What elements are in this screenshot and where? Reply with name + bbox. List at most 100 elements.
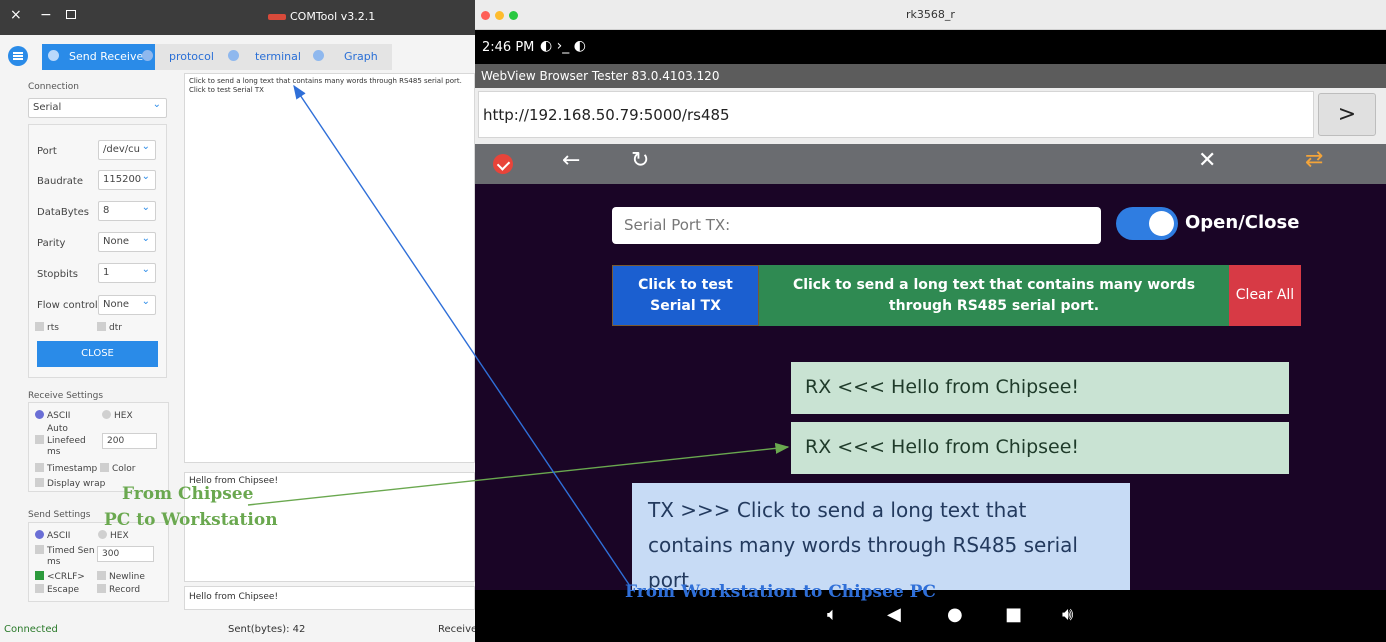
timed-send-ms-label: ms bbox=[47, 557, 61, 567]
tab-protocol[interactable]: protocol bbox=[142, 44, 214, 70]
rx-message: RX <<< Hello from Chipsee! bbox=[791, 362, 1289, 414]
send-input[interactable]: Hello from Chipsee! bbox=[184, 586, 475, 610]
maximize-window-icon[interactable] bbox=[66, 10, 76, 19]
comtool-window: × − COMTool v3.2.1 Send Receive protocol… bbox=[0, 0, 475, 642]
go-button[interactable]: > bbox=[1318, 93, 1376, 136]
received-bytes: Receive bbox=[438, 624, 475, 635]
volume-up-icon[interactable]: 🔊︎ bbox=[1062, 604, 1073, 625]
close-window-icon[interactable]: × bbox=[10, 7, 22, 23]
dtr-label: dtr bbox=[109, 323, 122, 333]
linefeed-ms-label: ms bbox=[47, 447, 61, 457]
button-label: Clear All bbox=[1235, 287, 1295, 303]
radio-label: HEX bbox=[114, 411, 133, 421]
tab-close-icon[interactable] bbox=[313, 50, 324, 61]
record-checkbox[interactable]: Record bbox=[97, 584, 140, 595]
connection-label: Connection bbox=[28, 82, 79, 92]
clear-all-button[interactable]: Clear All bbox=[1229, 265, 1301, 326]
annotation-from-chipsee-line1: From Chipsee bbox=[122, 484, 254, 504]
open-close-toggle[interactable] bbox=[1116, 207, 1178, 240]
auto-linefeed-checkbox[interactable]: Linefeed bbox=[35, 435, 86, 446]
timed-send-label: Timed Sen bbox=[47, 546, 95, 556]
databytes-select[interactable]: 8 bbox=[98, 199, 156, 221]
connection-status: Connected bbox=[4, 624, 58, 635]
receive-text-area[interactable]: Click to send a long text that contains … bbox=[184, 73, 475, 463]
receive-settings-label: Receive Settings bbox=[28, 391, 104, 401]
flow-control-select[interactable]: None bbox=[98, 293, 156, 315]
home-circle-icon[interactable]: ● bbox=[947, 604, 963, 625]
stopbits-label: Stopbits bbox=[37, 269, 78, 280]
receive-hex-radio[interactable]: HEX bbox=[102, 410, 133, 421]
dtr-checkbox[interactable]: dtr bbox=[97, 322, 122, 333]
send-long-text-button[interactable]: Click to send a long text that contains … bbox=[759, 265, 1229, 326]
button-label: Click to test Serial TX bbox=[638, 276, 733, 314]
send-input-text: Hello from Chipsee! bbox=[189, 592, 279, 602]
rs485-page: Serial Port TX: Open/Close Click to test… bbox=[475, 184, 1386, 590]
crlf-checkbox[interactable]: <CRLF> bbox=[35, 571, 85, 582]
timestamp-label: Timestamp bbox=[47, 464, 98, 474]
send-hex-radio[interactable]: HEX bbox=[98, 530, 129, 541]
baudrate-select[interactable]: 115200 bbox=[98, 168, 156, 190]
rk-titlebar: rk3568_r bbox=[475, 0, 1386, 30]
tab-label: Graph bbox=[344, 50, 378, 63]
send-settings-label: Send Settings bbox=[28, 510, 91, 520]
minimize-window-icon[interactable]: − bbox=[40, 7, 52, 23]
parity-label: Parity bbox=[37, 238, 66, 249]
tab-close-icon[interactable] bbox=[228, 50, 239, 61]
parity-select[interactable]: None bbox=[98, 230, 156, 252]
desktop: × − COMTool v3.2.1 Send Receive protocol… bbox=[0, 0, 1386, 642]
receive-ascii-radio[interactable]: ASCII bbox=[35, 410, 70, 421]
url-input[interactable]: http://192.168.50.79:5000/rs485 bbox=[478, 91, 1314, 138]
comtool-logo-icon bbox=[268, 14, 286, 20]
close-icon[interactable]: ✕ bbox=[1198, 148, 1216, 173]
volume-down-icon[interactable]: 🔈︎ bbox=[827, 604, 838, 625]
app-logo-icon bbox=[493, 154, 513, 174]
record-label: Record bbox=[109, 585, 141, 595]
port-select[interactable]: /dev/cu bbox=[98, 138, 156, 160]
browser-toolbar: ← ↻ ✕ ⇄ bbox=[475, 144, 1386, 184]
back-triangle-icon[interactable]: ◀ bbox=[887, 604, 901, 625]
menu-icon[interactable] bbox=[8, 46, 28, 66]
rts-checkbox[interactable]: rts bbox=[35, 322, 59, 333]
android-status-bar: 2:46 PM ◐ ›_ ◐ bbox=[475, 30, 1386, 64]
tx-message: TX >>> Click to send a long text that co… bbox=[632, 483, 1130, 590]
linefeed-label: Linefeed bbox=[47, 436, 86, 446]
color-checkbox[interactable]: Color bbox=[100, 463, 136, 474]
timed-send-ms-input[interactable]: 300 bbox=[97, 546, 154, 562]
send-ascii-radio[interactable]: ASCII bbox=[35, 530, 70, 541]
tab-label: protocol bbox=[169, 50, 214, 63]
serial-port-tx-input[interactable]: Serial Port TX: bbox=[612, 207, 1101, 244]
tab-graph[interactable]: Graph bbox=[313, 44, 378, 70]
color-label: Color bbox=[112, 464, 136, 474]
recents-square-icon[interactable]: ■ bbox=[1005, 604, 1022, 625]
tab-close-icon[interactable] bbox=[48, 50, 59, 61]
escape-checkbox[interactable]: Escape bbox=[35, 584, 79, 595]
tab-label: terminal bbox=[255, 50, 301, 63]
databytes-label: DataBytes bbox=[37, 207, 89, 218]
close-port-button[interactable]: CLOSE bbox=[37, 341, 158, 367]
reload-icon[interactable]: ↻ bbox=[631, 148, 649, 173]
annotation-from-workstation: From Workstation to Chipsee PC bbox=[625, 582, 936, 602]
button-label: Click to send a long text that contains … bbox=[792, 276, 1196, 314]
escape-label: Escape bbox=[47, 585, 80, 595]
test-serial-tx-button[interactable]: Click to test Serial TX bbox=[612, 265, 759, 326]
display-wrap-label: Display wrap bbox=[47, 479, 106, 489]
window-title: rk3568_r bbox=[906, 8, 955, 21]
stopbits-select[interactable]: 1 bbox=[98, 261, 156, 283]
receive-line: Click to send a long text that contains … bbox=[189, 77, 462, 85]
webview-title-bar: WebView Browser Tester 83.0.4103.120 bbox=[475, 64, 1386, 88]
display-wrap-checkbox[interactable]: Display wrap bbox=[35, 478, 105, 489]
status-time: 2:46 PM bbox=[482, 40, 535, 55]
auto-label: Auto bbox=[47, 424, 68, 434]
back-arrow-icon[interactable]: ← bbox=[562, 148, 580, 173]
connection-type-select[interactable]: Serial bbox=[28, 96, 167, 118]
newline-checkbox[interactable]: Newline bbox=[97, 571, 145, 582]
swap-icon[interactable]: ⇄ bbox=[1305, 147, 1323, 172]
tab-send-receive[interactable]: Send Receive bbox=[42, 44, 156, 70]
radio-label: ASCII bbox=[47, 411, 71, 421]
timed-send-checkbox[interactable]: Timed Sen bbox=[35, 545, 95, 556]
tab-terminal[interactable]: terminal bbox=[228, 44, 301, 70]
linefeed-ms-input[interactable]: 200 bbox=[102, 433, 157, 449]
tab-close-icon[interactable] bbox=[142, 50, 153, 61]
radio-label: HEX bbox=[110, 531, 129, 541]
timestamp-checkbox[interactable]: Timestamp bbox=[35, 463, 97, 474]
